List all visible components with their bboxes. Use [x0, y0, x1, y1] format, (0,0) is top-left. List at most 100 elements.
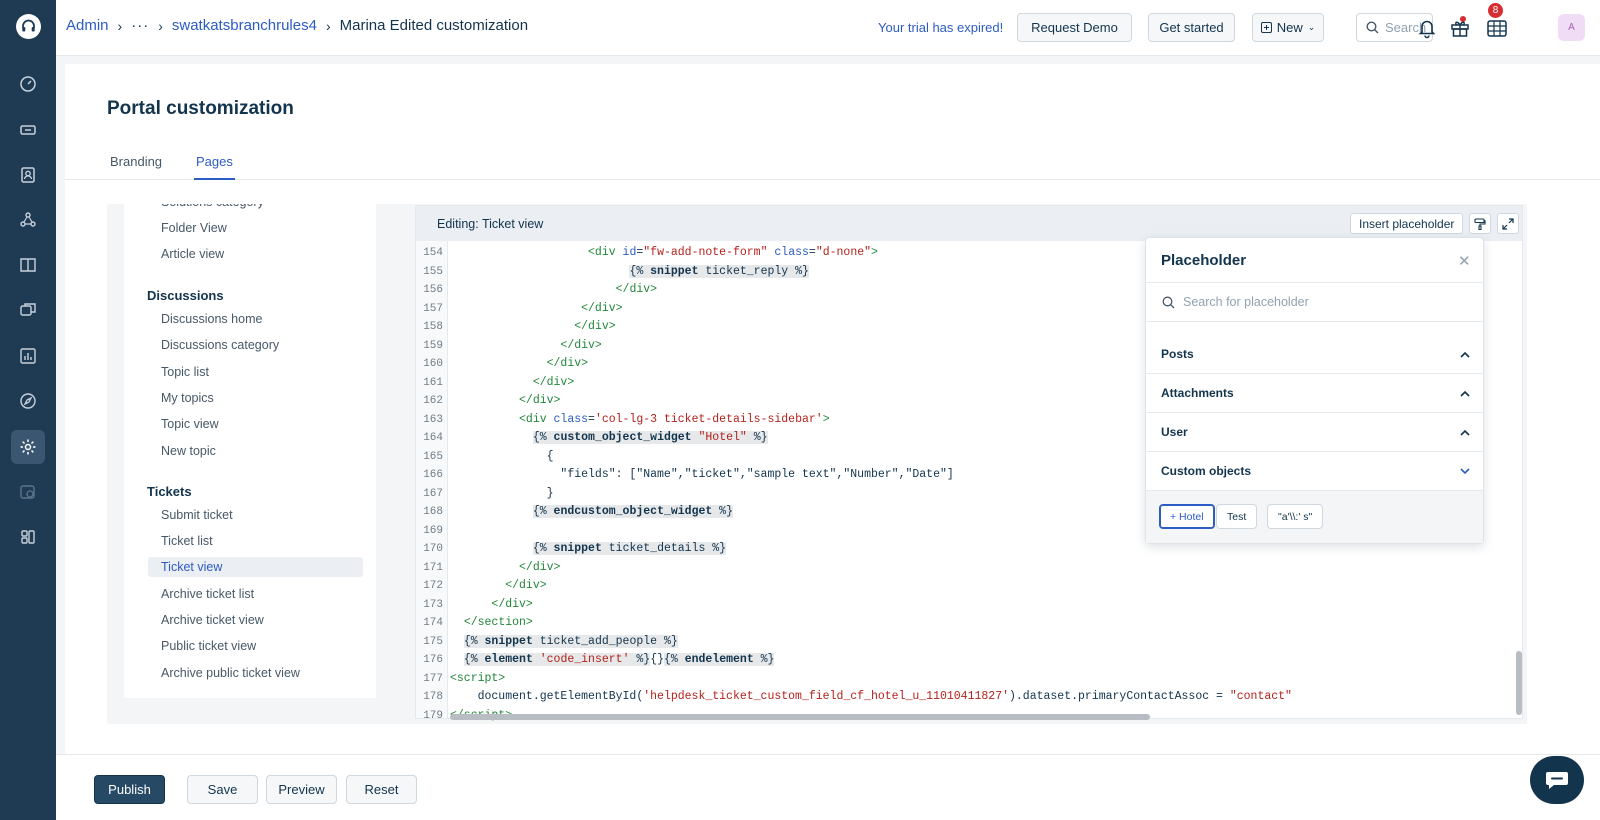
nav-group-discussions: Discussions	[147, 288, 224, 303]
gift-badge: 8	[1488, 3, 1503, 18]
discover-icon[interactable]	[11, 384, 45, 418]
close-icon[interactable]: ✕	[1458, 252, 1471, 270]
chevron-up-icon	[1460, 413, 1470, 452]
chevron-down-icon: ⌄	[1307, 22, 1316, 32]
editor-title: Editing: Ticket view	[437, 217, 544, 231]
tab-branding[interactable]: Branding	[110, 154, 162, 178]
app-logo-icon[interactable]	[16, 14, 41, 39]
placeholder-chip-special[interactable]: "a'\\:' s"	[1267, 504, 1324, 529]
nav-item-solutions-category[interactable]: Solutions category	[148, 204, 363, 212]
nav-item-discussions-home[interactable]: Discussions home	[148, 309, 363, 329]
placeholder-title: Placeholder	[1161, 252, 1247, 269]
get-started-button[interactable]: Get started	[1148, 13, 1235, 42]
admin-settings-icon[interactable]	[11, 430, 45, 464]
placeholder-section-user[interactable]: User	[1146, 413, 1483, 452]
search-icon	[1366, 21, 1379, 34]
chat-widget-button[interactable]	[1530, 756, 1584, 804]
apps-icon[interactable]	[11, 520, 45, 554]
preview-button[interactable]: Preview	[266, 775, 337, 804]
page-tabs: Branding Pages	[65, 150, 1600, 180]
nav-item-article-view[interactable]: Article view	[148, 244, 363, 264]
horizontal-scrollbar[interactable]	[450, 714, 1150, 720]
section-label: Custom objects	[1161, 464, 1252, 478]
nav-item-archive-public-ticket-view[interactable]: Archive public ticket view	[148, 663, 363, 683]
placeholder-section-attachments[interactable]: Attachments	[1146, 374, 1483, 413]
placeholder-search-input[interactable]: Search for placeholder	[1146, 282, 1483, 322]
nav-item-public-ticket-view[interactable]: Public ticket view	[148, 636, 363, 656]
code-line: 178 document.getElementById('helpdesk_ti…	[423, 690, 1292, 703]
chevron-down-icon	[1460, 452, 1470, 491]
editor-header: Editing: Ticket view Insert placeholder	[416, 206, 1522, 241]
code-line: 172 </div>	[423, 579, 547, 592]
groups-icon[interactable]	[11, 203, 45, 237]
reports-icon[interactable]	[11, 339, 45, 373]
nav-item-discussions-category[interactable]: Discussions category	[148, 335, 363, 355]
code-line: 177 <script>	[423, 671, 506, 685]
trial-expired-link[interactable]: Your trial has expired!	[878, 20, 1003, 35]
request-demo-button[interactable]: Request Demo	[1017, 13, 1132, 42]
nav-item-folder-view[interactable]: Folder View	[148, 218, 363, 238]
chevron-right-icon: ›	[117, 17, 123, 34]
page-title: Portal customization	[107, 98, 294, 119]
chevron-up-icon	[1460, 374, 1470, 413]
footer-actions: Publish Save Preview Reset	[56, 754, 1600, 820]
chevron-up-icon	[1460, 335, 1470, 374]
nav-item-ticket-list[interactable]: Ticket list	[148, 531, 363, 551]
new-button[interactable]: New ⌄	[1252, 13, 1324, 42]
placeholder-section-custom-objects[interactable]: Custom objects	[1146, 452, 1483, 491]
marketplace-icon[interactable]	[11, 475, 45, 509]
section-label: Attachments	[1161, 386, 1234, 400]
fullscreen-button[interactable]	[1497, 213, 1519, 234]
tab-pages[interactable]: Pages	[194, 154, 235, 180]
nav-group-tickets: Tickets	[147, 484, 192, 499]
format-paint-button[interactable]	[1469, 213, 1491, 234]
plus-box-icon	[1260, 22, 1272, 33]
reset-button[interactable]: Reset	[346, 775, 417, 804]
tickets-icon[interactable]	[11, 113, 45, 147]
calendar-grid-icon[interactable]	[1486, 17, 1508, 39]
nav-item-new-topic[interactable]: New topic	[148, 441, 363, 461]
breadcrumb-branch[interactable]: swatkatsbranchrules4	[172, 17, 317, 34]
placeholder-chip-hotel[interactable]: + Hotel	[1159, 504, 1215, 529]
save-button[interactable]: Save	[187, 775, 258, 804]
search-icon	[1162, 296, 1175, 308]
user-avatar[interactable]: A	[1558, 14, 1585, 41]
expand-icon	[1502, 217, 1514, 230]
nav-item-submit-ticket[interactable]: Submit ticket	[148, 505, 363, 525]
section-label: Posts	[1161, 347, 1194, 361]
code-line: 171 </div>	[423, 560, 561, 574]
bell-icon[interactable]	[1416, 17, 1438, 39]
left-rail	[0, 0, 56, 820]
new-button-label: New	[1276, 20, 1303, 35]
nav-item-topic-list[interactable]: Topic list	[148, 362, 363, 382]
code-line: 173 </div>	[423, 597, 533, 611]
nav-item-topic-view[interactable]: Topic view	[148, 414, 363, 434]
breadcrumb-admin[interactable]: Admin	[66, 17, 109, 34]
nav-item-ticket-view[interactable]: Ticket view	[148, 557, 363, 577]
forums-icon[interactable]	[11, 293, 45, 327]
breadcrumb-current: Marina Edited customization	[339, 17, 529, 34]
nav-item-my-topics[interactable]: My topics	[148, 388, 363, 408]
nav-item-archive-ticket-list[interactable]: Archive ticket list	[148, 584, 363, 604]
placeholder-chip-test[interactable]: Test	[1216, 504, 1258, 529]
gift-icon[interactable]	[1449, 17, 1471, 39]
nav-item-archive-ticket-view[interactable]: Archive ticket view	[148, 610, 363, 630]
breadcrumb-ellipsis[interactable]: ···	[131, 17, 149, 34]
pages-nav: Solutions category Folder View Article v…	[124, 204, 376, 698]
top-bar: Admin › ··· › swatkatsbranchrules4 › Mar…	[56, 0, 1600, 56]
paint-roller-icon	[1474, 217, 1486, 230]
placeholder-section-posts[interactable]: Posts	[1146, 335, 1483, 374]
code-line: 175 {% snippet ticket_add_people %}	[423, 634, 678, 648]
publish-button[interactable]: Publish	[94, 775, 165, 804]
custom-object-options: + Hotel Test "a'\\:' s"	[1146, 491, 1483, 543]
vertical-scrollbar[interactable]	[1516, 651, 1522, 715]
placeholder-panel: Placeholder ✕ Search for placeholder Pos…	[1145, 237, 1484, 544]
chevron-right-icon: ›	[325, 17, 331, 34]
insert-placeholder-button[interactable]: Insert placeholder	[1350, 213, 1464, 234]
chat-bubble-icon	[1546, 772, 1568, 789]
dashboard-icon[interactable]	[11, 67, 45, 101]
breadcrumb: Admin › ··· › swatkatsbranchrules4 › Mar…	[66, 17, 528, 34]
contacts-icon[interactable]	[11, 158, 45, 192]
knowledge-base-icon[interactable]	[11, 248, 45, 282]
code-line: 174 </section>	[423, 616, 533, 629]
